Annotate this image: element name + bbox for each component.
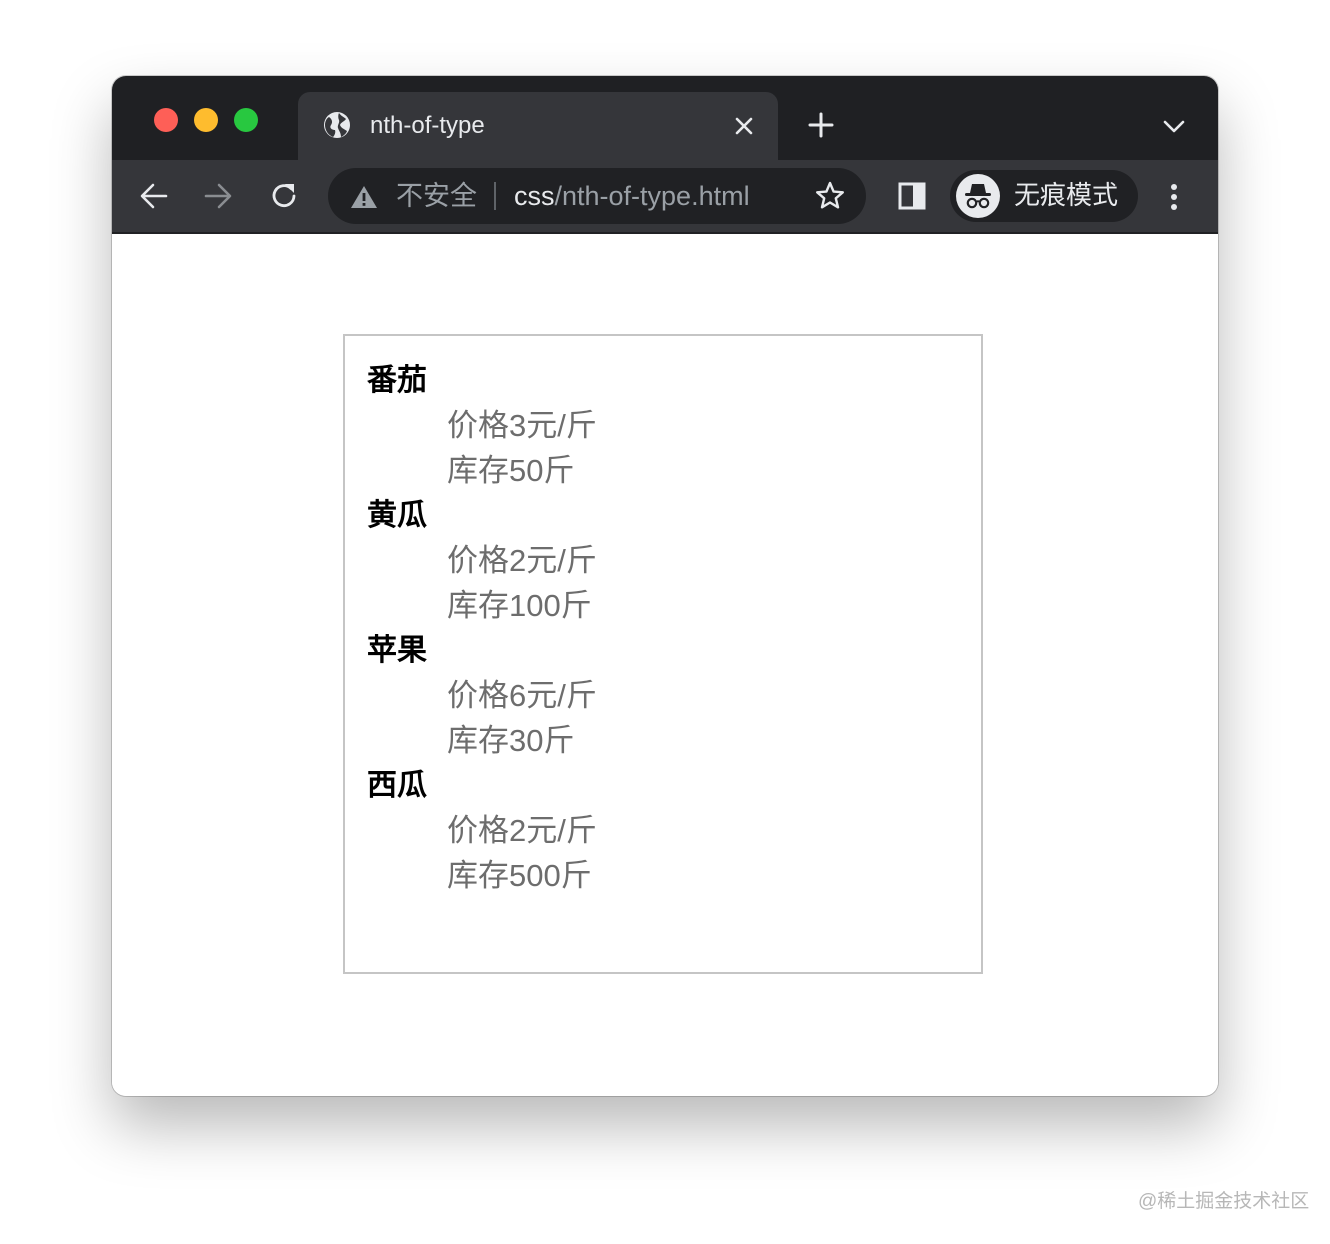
browser-window: nth-of-type 不安全 css/nth-of-type.html 无痕模… — [112, 76, 1218, 1096]
url-path: /nth-of-type.html — [554, 181, 750, 211]
url-text[interactable]: css/nth-of-type.html — [514, 181, 750, 211]
product-list-box: 番茄 价格3元/斤 库存50斤 黄瓜 价格2元/斤 库存100斤 苹果 价格6元… — [343, 334, 983, 974]
product-stock: 库存500斤 — [447, 858, 592, 893]
tab-strip: nth-of-type — [112, 76, 1218, 160]
reload-icon[interactable] — [266, 178, 302, 214]
product-stock: 库存30斤 — [447, 723, 575, 758]
warning-icon[interactable] — [350, 184, 378, 210]
security-status[interactable]: 不安全 — [396, 181, 477, 211]
address-bar[interactable]: 不安全 css/nth-of-type.html — [328, 168, 866, 224]
plus-icon[interactable] — [806, 110, 836, 140]
globe-icon — [324, 112, 350, 138]
omnibox-divider — [494, 182, 496, 210]
incognito-label: 无痕模式 — [1014, 180, 1119, 210]
tab-active[interactable]: nth-of-type — [298, 92, 778, 160]
toolbar: 不安全 css/nth-of-type.html 无痕模式 — [112, 160, 1218, 234]
watermark: @稀土掘金技术社区 — [1138, 1191, 1310, 1212]
side-panel-icon[interactable] — [898, 182, 926, 210]
incognito-profile-button[interactable]: 无痕模式 — [950, 170, 1138, 222]
kebab-menu-icon[interactable] — [1160, 182, 1188, 212]
zoom-window-button[interactable] — [234, 108, 258, 132]
close-icon[interactable] — [732, 114, 756, 138]
product-stock: 库存100斤 — [447, 588, 592, 623]
product-name: 苹果 — [367, 634, 427, 667]
product-price: 价格2元/斤 — [447, 813, 597, 848]
page-content: 番茄 价格3元/斤 库存50斤 黄瓜 价格2元/斤 库存100斤 苹果 价格6元… — [112, 234, 1218, 1096]
product-price: 价格2元/斤 — [447, 543, 597, 578]
product-name: 黄瓜 — [367, 499, 427, 532]
arrow-left-icon[interactable] — [136, 178, 172, 214]
url-host: css — [514, 181, 555, 211]
product-name: 番茄 — [367, 364, 427, 397]
chevron-down-icon[interactable] — [1160, 114, 1188, 138]
star-icon[interactable] — [814, 180, 846, 212]
incognito-icon — [965, 184, 991, 209]
tab-title: nth-of-type — [370, 112, 485, 139]
minimize-window-button[interactable] — [194, 108, 218, 132]
product-price: 价格6元/斤 — [447, 678, 597, 713]
avatar — [956, 174, 1000, 218]
close-window-button[interactable] — [154, 108, 178, 132]
product-name: 西瓜 — [367, 769, 427, 802]
product-price: 价格3元/斤 — [447, 408, 597, 443]
product-list: 番茄 价格3元/斤 库存50斤 黄瓜 价格2元/斤 库存100斤 苹果 价格6元… — [367, 358, 981, 898]
product-stock: 库存50斤 — [447, 453, 575, 488]
arrow-right-icon[interactable] — [200, 178, 236, 214]
